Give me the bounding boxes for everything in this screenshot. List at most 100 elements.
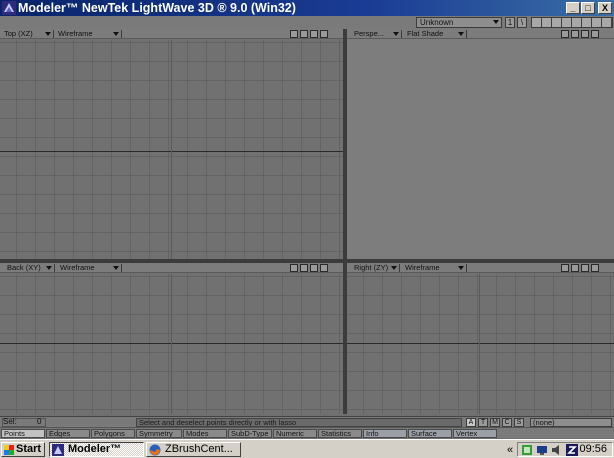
lightwave-icon: [2, 1, 16, 15]
windows-logo-icon: [4, 445, 14, 455]
view-label: Perspe...: [354, 30, 385, 38]
chevron-down-icon: [458, 32, 464, 36]
move-view-icon[interactable]: [290, 30, 298, 38]
rotate-view-icon[interactable]: [300, 30, 308, 38]
tab-numeric[interactable]: Numeric: [273, 429, 317, 438]
system-tray: « 09:56: [507, 442, 613, 457]
mode-button-t[interactable]: T: [478, 418, 488, 427]
zoom-icon[interactable]: [310, 264, 318, 272]
start-button[interactable]: Start: [1, 442, 45, 457]
layer-button-1[interactable]: 1: [505, 17, 515, 28]
viewport-splitter-vertical[interactable]: [343, 29, 347, 414]
viewport-header: Right (ZY) Wireframe: [347, 263, 614, 273]
maximize-view-icon[interactable]: [591, 264, 599, 272]
mode-tab-row: Points Edges Polygons Symmetry Modes Sub…: [0, 427, 614, 438]
chevron-down-icon: [393, 32, 399, 36]
chevron-down-icon: [113, 266, 119, 270]
viewport-splitter-horizontal[interactable]: [0, 259, 614, 263]
close-button[interactable]: X: [598, 2, 612, 14]
zoom-icon[interactable]: [581, 30, 589, 38]
view-dropdown[interactable]: Back (XY): [5, 264, 55, 272]
task-zbrushcentral[interactable]: ZBrushCent...: [146, 442, 241, 457]
maximize-view-icon[interactable]: [591, 30, 599, 38]
units-dropdown[interactable]: Unknown: [416, 17, 502, 28]
surface-dropdown[interactable]: (none): [530, 418, 612, 427]
move-view-icon[interactable]: [561, 264, 569, 272]
tab-modes[interactable]: Modes: [183, 429, 227, 438]
tab-edges[interactable]: Edges: [46, 429, 90, 438]
chevron-down-icon: [458, 266, 464, 270]
view-label: Back (XY): [7, 264, 41, 272]
layer-button-2[interactable]: \: [517, 17, 527, 28]
lightwave-icon: [52, 444, 64, 456]
maximize-button[interactable]: □: [581, 2, 595, 14]
view-dropdown[interactable]: Perspe...: [352, 30, 402, 38]
move-view-icon[interactable]: [561, 30, 569, 38]
view-label: Right (ZY): [354, 264, 389, 272]
tab-subd-type[interactable]: SubD-Type: [228, 429, 272, 438]
tray-expand-icon[interactable]: «: [507, 444, 513, 457]
render-mode-dropdown[interactable]: Wireframe: [403, 264, 467, 272]
units-value: Unknown: [420, 18, 454, 27]
title-bar[interactable]: Modeler™ NewTek LightWave 3D ® 9.0 (Win3…: [0, 0, 614, 16]
tab-surface[interactable]: Surface: [408, 429, 452, 438]
viewport-top[interactable]: Top (XZ) Wireframe: [0, 29, 343, 259]
view-label: Top (XZ): [4, 30, 33, 38]
top-toolbar: Unknown 1 \: [0, 16, 614, 29]
maximize-view-icon[interactable]: [320, 264, 328, 272]
monitor-icon[interactable]: [536, 444, 548, 456]
zoom-icon[interactable]: [581, 264, 589, 272]
mode-label: Wireframe: [405, 264, 440, 272]
render-mode-dropdown[interactable]: Wireframe: [58, 264, 122, 272]
y-axis-line: [171, 274, 172, 414]
zbrush-icon[interactable]: [566, 444, 578, 456]
rotate-view-icon[interactable]: [571, 264, 579, 272]
layer-slots[interactable]: [531, 17, 613, 28]
mode-button-c[interactable]: C: [502, 418, 512, 427]
volume-icon[interactable]: [551, 444, 563, 456]
start-label: Start: [16, 443, 42, 455]
view-dropdown[interactable]: Right (ZY): [352, 264, 400, 272]
tab-symmetry[interactable]: Symmetry: [136, 429, 182, 438]
mode-button-m[interactable]: M: [490, 418, 500, 427]
z-axis-line: [171, 40, 172, 259]
render-mode-dropdown[interactable]: Wireframe: [56, 30, 122, 38]
firefox-icon: [149, 444, 161, 456]
view-dropdown[interactable]: Top (XZ): [2, 30, 54, 38]
viewport-header: Top (XZ) Wireframe: [0, 29, 343, 39]
viewport-grid: [347, 274, 614, 414]
task-modeler[interactable]: Modeler™: [49, 442, 144, 457]
task-label: ZBrushCent...: [165, 443, 233, 455]
chevron-down-icon: [493, 20, 499, 24]
mode-label: Flat Shade: [407, 30, 444, 38]
tab-info[interactable]: Info: [363, 429, 407, 438]
render-mode-dropdown[interactable]: Flat Shade: [405, 30, 467, 38]
rotate-view-icon[interactable]: [300, 264, 308, 272]
clock: 09:56: [579, 443, 607, 455]
rotate-view-icon[interactable]: [571, 30, 579, 38]
chevron-down-icon: [113, 32, 119, 36]
help-hint: Select and deselect points directly or w…: [136, 418, 462, 427]
move-view-icon[interactable]: [290, 264, 298, 272]
tab-points[interactable]: Points: [1, 429, 45, 438]
viewport-perspective[interactable]: Perspe... Flat Shade: [347, 29, 614, 259]
viewport-right[interactable]: Right (ZY) Wireframe: [347, 263, 614, 414]
chevron-down-icon: [391, 266, 397, 270]
mode-label: Wireframe: [58, 30, 93, 38]
mode-label: Wireframe: [60, 264, 95, 272]
minimize-button[interactable]: _: [566, 2, 580, 14]
mode-button-a[interactable]: A: [466, 418, 476, 427]
viewport-back[interactable]: Back (XY) Wireframe: [0, 263, 343, 414]
tab-vertex[interactable]: Vertex: [453, 429, 497, 438]
tab-polygons[interactable]: Polygons: [91, 429, 135, 438]
zoom-icon[interactable]: [310, 30, 318, 38]
mode-button-s[interactable]: S: [514, 418, 524, 427]
selection-count: 0: [37, 417, 42, 426]
network-icon[interactable]: [521, 444, 533, 456]
window-title: Modeler™ NewTek LightWave 3D ® 9.0 (Win3…: [18, 1, 296, 15]
viewport-header: Back (XY) Wireframe: [0, 263, 343, 273]
maximize-view-icon[interactable]: [320, 30, 328, 38]
chevron-down-icon: [45, 32, 51, 36]
status-bar: Sel: 0 Select and deselect points direct…: [0, 416, 614, 427]
tab-statistics[interactable]: Statistics: [318, 429, 362, 438]
